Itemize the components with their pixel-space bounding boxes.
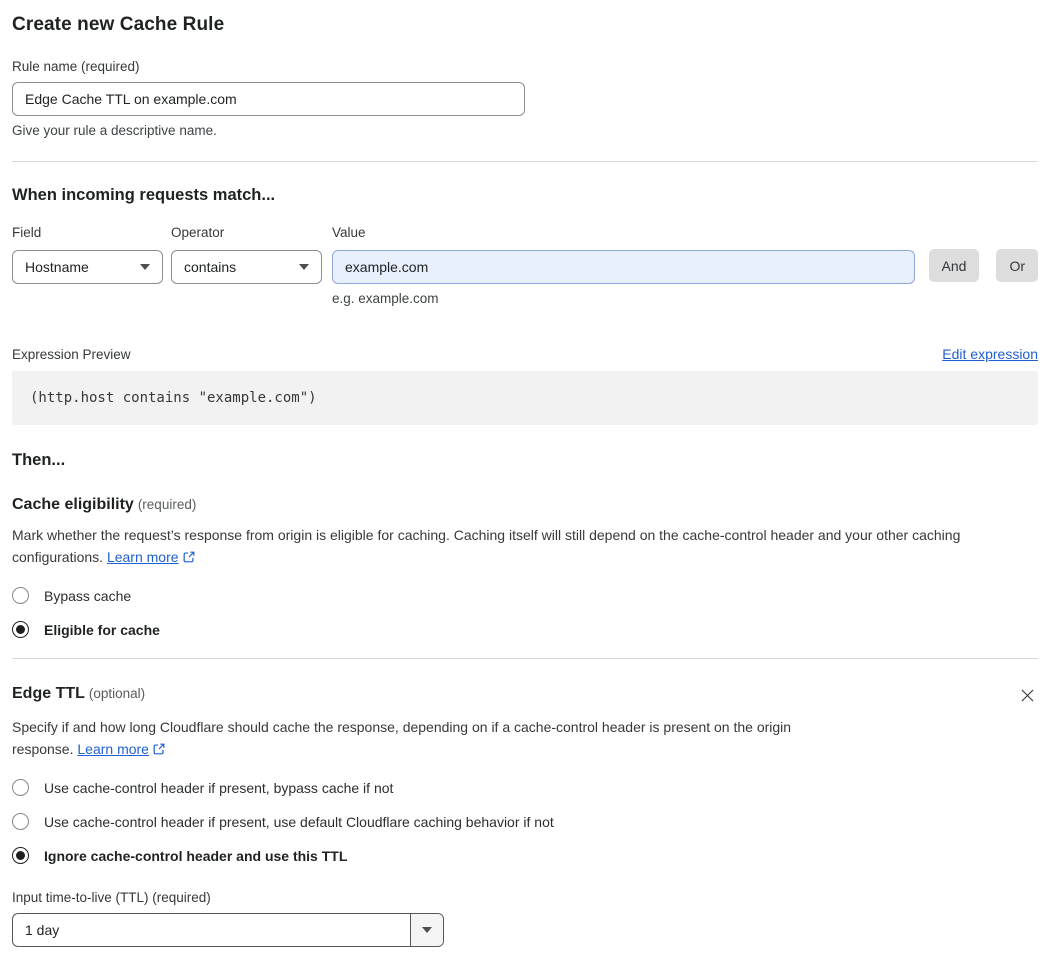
value-label: Value xyxy=(332,225,366,240)
field-select[interactable]: Hostname xyxy=(12,250,163,284)
radio-label: Bypass cache xyxy=(44,587,132,604)
radio-unchecked-icon xyxy=(12,813,29,830)
rule-name-input[interactable] xyxy=(12,82,525,116)
chevron-down-icon xyxy=(140,264,150,270)
edge-ttl-title: Edge TTL xyxy=(12,685,85,702)
operator-select[interactable]: contains xyxy=(171,250,322,284)
ttl-select-value: 1 day xyxy=(25,922,60,938)
cache-eligibility-heading: Cache eligibility (required) xyxy=(12,496,196,514)
radio-label: Use cache-control header if present, use… xyxy=(44,813,554,830)
radio-eligible-for-cache[interactable]: Eligible for cache xyxy=(12,621,1038,638)
learn-more-link[interactable]: Learn more xyxy=(77,741,149,757)
page-title: Create new Cache Rule xyxy=(12,14,225,35)
radio-label: Ignore cache-control header and use this… xyxy=(44,847,348,864)
radio-use-header-bypass[interactable]: Use cache-control header if present, byp… xyxy=(12,779,1038,796)
close-icon[interactable] xyxy=(1017,685,1038,706)
chevron-down-icon xyxy=(422,927,432,933)
radio-ignore-header-use-ttl[interactable]: Ignore cache-control header and use this… xyxy=(12,847,1038,864)
field-label: Field xyxy=(12,225,42,240)
edge-ttl-qualifier: (optional) xyxy=(88,686,146,701)
expression-code: (http.host contains "example.com") xyxy=(12,371,1038,425)
section-divider xyxy=(12,658,1038,659)
rule-name-label: Rule name (required) xyxy=(12,59,140,74)
edge-ttl-description: Specify if and how long Cloudflare shoul… xyxy=(12,717,852,762)
operator-select-value: contains xyxy=(184,259,237,275)
chevron-down-button[interactable] xyxy=(410,914,443,946)
cache-eligibility-title: Cache eligibility xyxy=(12,496,134,513)
chevron-down-icon xyxy=(299,264,309,270)
radio-unchecked-icon xyxy=(12,779,29,796)
expression-preview-header: Expression Preview Edit expression xyxy=(12,346,1038,362)
edge-ttl-heading: Edge TTL (optional) xyxy=(12,685,145,703)
or-button[interactable]: Or xyxy=(996,249,1038,282)
rule-name-help: Give your rule a descriptive name. xyxy=(12,123,217,138)
radio-checked-icon xyxy=(12,621,29,638)
expression-preview-label: Expression Preview xyxy=(12,347,131,362)
ttl-select[interactable]: 1 day xyxy=(12,913,444,947)
match-row: Field Hostname Operator contains Value e… xyxy=(12,225,1038,306)
and-button[interactable]: And xyxy=(928,249,980,282)
cache-eligibility-qualifier: (required) xyxy=(137,497,197,512)
rule-name-block: Rule name (required) Give your rule a de… xyxy=(12,59,525,138)
cache-eligibility-options: Bypass cache Eligible for cache xyxy=(12,587,1038,638)
external-link-icon xyxy=(152,743,166,759)
radio-use-header-default[interactable]: Use cache-control header if present, use… xyxy=(12,813,1038,830)
value-input[interactable] xyxy=(332,250,915,284)
radio-checked-icon xyxy=(12,847,29,864)
learn-more-link[interactable]: Learn more xyxy=(107,549,179,565)
radio-label: Use cache-control header if present, byp… xyxy=(44,779,394,796)
value-help: e.g. example.com xyxy=(332,291,439,306)
radio-label: Eligible for cache xyxy=(44,621,160,638)
edit-expression-link[interactable]: Edit expression xyxy=(942,346,1038,362)
radio-unchecked-icon xyxy=(12,587,29,604)
radio-bypass-cache[interactable]: Bypass cache xyxy=(12,587,1038,604)
cache-eligibility-header: Cache eligibility (required) xyxy=(12,496,1038,514)
ttl-label: Input time-to-live (TTL) (required) xyxy=(12,890,211,905)
edge-ttl-header: Edge TTL (optional) xyxy=(12,685,1038,706)
cache-eligibility-description: Mark whether the request’s response from… xyxy=(12,525,1038,570)
external-link-icon xyxy=(182,551,196,567)
operator-label: Operator xyxy=(171,225,225,240)
then-heading: Then... xyxy=(12,451,66,469)
edge-ttl-options: Use cache-control header if present, byp… xyxy=(12,779,1038,864)
match-heading: When incoming requests match... xyxy=(12,186,276,204)
section-divider xyxy=(12,161,1038,162)
field-select-value: Hostname xyxy=(25,259,89,275)
